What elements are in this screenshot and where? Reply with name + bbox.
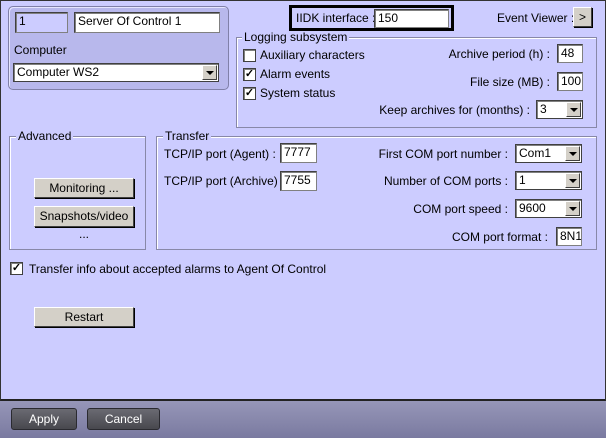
agent-port-label: TCP/IP port (Agent) :: [164, 147, 276, 161]
transfer-legend: Transfer: [163, 129, 212, 143]
alarm-events-label: Alarm events: [260, 67, 331, 81]
system-status-label: System status: [260, 86, 336, 100]
first-com-label: First COM port number :: [378, 147, 508, 161]
server-name-field[interactable]: Server Of Control 1: [74, 12, 220, 33]
iidk-field[interactable]: 150: [374, 9, 449, 28]
archive-period-label: Archive period (h) :: [448, 47, 550, 61]
system-status-checkbox[interactable]: ✓: [243, 87, 256, 100]
cancel-button[interactable]: Cancel: [87, 408, 160, 430]
advanced-legend: Advanced: [16, 129, 74, 143]
logging-legend: Logging subsystem: [242, 30, 350, 44]
file-size-label: File size (MB) :: [469, 75, 550, 89]
keep-archives-label: Keep archives for (months) :: [379, 103, 530, 117]
com-speed-label: COM port speed :: [413, 202, 508, 216]
chevron-down-icon[interactable]: [565, 173, 580, 188]
com-speed-select[interactable]: 9600: [515, 199, 582, 218]
chevron-down-icon[interactable]: [566, 102, 581, 117]
archive-port-label: TCP/IP port (Archive) :: [164, 174, 285, 188]
apply-button[interactable]: Apply: [11, 408, 77, 430]
computer-select[interactable]: Computer WS2: [13, 63, 219, 82]
chevron-down-icon[interactable]: [565, 146, 580, 161]
com-format-field[interactable]: 8N1: [556, 227, 582, 246]
transfer-info-label: Transfer info about accepted alarms to A…: [29, 262, 327, 276]
num-com-label: Number of COM ports :: [383, 174, 508, 188]
restart-button[interactable]: Restart: [34, 307, 134, 327]
first-com-value: Com1: [519, 146, 552, 160]
event-viewer-label: Event Viewer :: [497, 11, 575, 25]
transfer-info-checkbox[interactable]: ✓: [10, 262, 23, 275]
aux-checkbox[interactable]: [243, 49, 256, 62]
snapshots-video-button[interactable]: Snapshots/video ...: [34, 206, 134, 241]
num-com-value: 1: [519, 173, 526, 187]
first-com-select[interactable]: Com1: [515, 144, 582, 163]
chevron-down-icon[interactable]: [202, 65, 217, 80]
computer-label: Computer: [14, 43, 67, 57]
com-format-label: COM port format :: [451, 230, 548, 244]
keep-archives-value: 3: [540, 102, 547, 116]
archive-period-field[interactable]: 48: [557, 44, 583, 63]
aux-label: Auxiliary characters: [260, 48, 365, 62]
chevron-down-icon[interactable]: [565, 201, 580, 216]
num-com-select[interactable]: 1: [515, 171, 582, 190]
event-viewer-button[interactable]: >: [573, 7, 592, 27]
iidk-label: IIDK interface :: [296, 11, 376, 25]
keep-archives-select[interactable]: 3: [536, 100, 583, 119]
agent-port-field[interactable]: 7777: [280, 143, 317, 163]
alarm-events-checkbox[interactable]: ✓: [243, 68, 256, 81]
archive-port-field[interactable]: 7755: [280, 171, 317, 191]
server-id-field[interactable]: 1: [15, 12, 68, 33]
file-size-field[interactable]: 100: [557, 72, 583, 91]
computer-value: Computer WS2: [17, 65, 100, 79]
monitoring-button[interactable]: Monitoring ...: [34, 178, 134, 198]
com-speed-value: 9600: [519, 201, 546, 215]
